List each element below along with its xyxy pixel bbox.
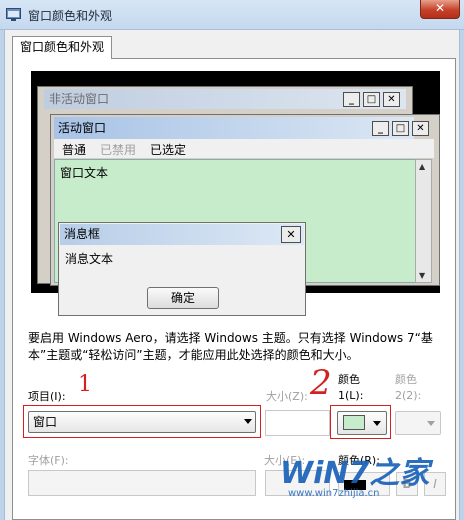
annotation-number-2: 2 bbox=[310, 363, 332, 403]
close-icon: ✕ bbox=[383, 92, 400, 107]
watermark-url: www.win7zhijia.cn bbox=[288, 488, 380, 499]
menu-item-normal[interactable]: 普通 bbox=[62, 141, 86, 158]
tab-window-color-appearance[interactable]: 窗口颜色和外观 bbox=[12, 36, 112, 59]
size-label: 大小(Z): bbox=[266, 390, 308, 403]
annotation-box-item bbox=[23, 405, 261, 438]
color2-label-line1: 颜色 bbox=[395, 373, 417, 386]
preview-scrollbar[interactable]: ▲ ▼ bbox=[415, 159, 432, 283]
message-box-title[interactable]: 消息框 bbox=[60, 224, 304, 245]
color2-label: 颜色 2(2): bbox=[395, 372, 421, 404]
color1-label: 颜色 1(L): bbox=[338, 372, 363, 404]
chevron-down-icon bbox=[427, 421, 435, 426]
minimize-icon: _ bbox=[372, 121, 389, 136]
menu-item-selected[interactable]: 已选定 bbox=[150, 141, 186, 158]
maximize-icon: □ bbox=[392, 121, 409, 136]
close-icon: ✕ bbox=[412, 121, 429, 136]
app-icon bbox=[6, 7, 22, 21]
active-window-title[interactable]: 活动窗口 bbox=[54, 117, 414, 139]
font-select[interactable] bbox=[28, 470, 256, 496]
font-label: 字体(F): bbox=[28, 454, 69, 467]
watermark-logo: WiN7之家 bbox=[280, 456, 430, 491]
info-text: 要启用 Windows Aero，请选择 Windows 主题。只有选择 Win… bbox=[28, 331, 433, 362]
window-text-sample[interactable]: 窗口文本 bbox=[60, 164, 108, 181]
preview-menubar: 普通 已禁用 已选定 bbox=[54, 139, 434, 158]
scroll-up-icon: ▲ bbox=[419, 162, 426, 171]
color1-label-line1: 颜色 bbox=[338, 373, 360, 386]
item-label: 项目(I): bbox=[28, 390, 66, 403]
size-input[interactable] bbox=[265, 410, 330, 436]
watermark: WiN7之家 www.win7zhijia.cn bbox=[278, 446, 464, 520]
ok-button-preview[interactable]: 确定 bbox=[147, 287, 219, 309]
minimize-icon: _ bbox=[343, 92, 360, 107]
color2-picker[interactable] bbox=[395, 411, 441, 435]
annotation-box-color1 bbox=[330, 405, 391, 439]
scroll-down-icon: ▼ bbox=[419, 271, 426, 280]
window-title: 窗口颜色和外观 bbox=[28, 9, 113, 23]
color1-label-line2: 1(L): bbox=[338, 389, 364, 402]
close-icon: ✕ bbox=[281, 226, 301, 243]
annotation-number-1: 1 bbox=[78, 372, 92, 397]
color2-label-line2: 2(2): bbox=[395, 389, 422, 402]
maximize-icon: □ bbox=[363, 92, 380, 107]
menu-item-disabled[interactable]: 已禁用 bbox=[100, 141, 136, 158]
close-button[interactable]: ✕ bbox=[420, 0, 460, 19]
message-text-sample[interactable]: 消息文本 bbox=[65, 250, 113, 267]
